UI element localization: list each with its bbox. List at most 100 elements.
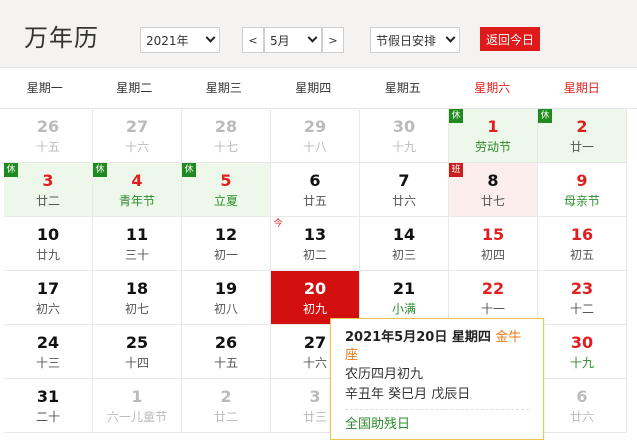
day-number: 18 [125, 279, 149, 298]
calendar-day-cell[interactable]: 2 廿二 [182, 379, 271, 433]
calendar-day-cell[interactable]: 16 初五 [538, 217, 627, 271]
day-number: 31 [36, 387, 60, 406]
holiday-tag: 班 [449, 163, 463, 177]
holiday-schedule-select[interactable]: 节假日安排 [370, 27, 460, 53]
day-number: 9 [576, 171, 588, 190]
holiday-tag: 休 [4, 163, 18, 177]
calendar-day-cell[interactable]: 班 8 廿七 [449, 163, 538, 217]
calendar-day-cell[interactable]: 9 母亲节 [538, 163, 627, 217]
next-month-button[interactable]: > [322, 27, 344, 53]
holiday-tag: 休 [93, 163, 107, 177]
calendar-day-cell[interactable]: 31 二十 [4, 379, 93, 433]
calendar-day-cell[interactable]: 30 十九 [360, 109, 449, 163]
holiday-select-value: 节假日安排 [376, 33, 437, 48]
calendar-day-cell[interactable]: 24 十三 [4, 325, 93, 379]
day-number: 10 [36, 225, 60, 244]
calendar-day-cell[interactable]: 25 十四 [93, 325, 182, 379]
lunar-date: 十五 [35, 140, 60, 154]
lunar-date: 六一儿童节 [106, 410, 167, 424]
holiday-tag: 休 [182, 163, 196, 177]
year-select-value: 2021年 [146, 33, 189, 48]
day-number: 30 [392, 117, 416, 136]
lunar-date: 十八 [302, 140, 327, 154]
calendar-day-cell[interactable]: 29 十八 [271, 109, 360, 163]
popup-ganzhi: 辛丑年 癸巳月 戊辰日 [345, 387, 471, 402]
lunar-date: 初二 [302, 248, 327, 262]
holiday-tag: 休 [538, 109, 552, 123]
lunar-date: 廿九 [35, 248, 60, 262]
calendar-day-cell[interactable]: 30 十九 [538, 325, 627, 379]
calendar-day-cell[interactable]: 22 十一 [449, 271, 538, 325]
calendar-day-cell[interactable]: 26 十五 [182, 325, 271, 379]
month-select[interactable]: 5月 [264, 27, 322, 53]
calendar-day-cell[interactable]: 6 廿五 [271, 163, 360, 217]
calendar-day-cell[interactable]: 1 六一儿童节 [93, 379, 182, 433]
calendar-day-cell[interactable]: 12 初一 [182, 217, 271, 271]
day-number: 17 [36, 279, 60, 298]
year-select[interactable]: 2021年 [140, 27, 220, 53]
calendar-day-cell[interactable]: 休 2 廿一 [538, 109, 627, 163]
day-number: 27 [125, 117, 149, 136]
calendar-day-cell[interactable]: 休 5 立夏 [182, 163, 271, 217]
weekday-label: 星期一 [26, 81, 63, 95]
lunar-date: 二十 [35, 410, 60, 424]
calendar-day-cell[interactable]: 14 初三 [360, 217, 449, 271]
calendar-day-cell[interactable]: 19 初八 [182, 271, 271, 325]
day-number: 12 [214, 225, 238, 244]
calendar-day-cell[interactable]: 休 4 青年节 [93, 163, 182, 217]
calendar-day-cell[interactable]: 15 初四 [449, 217, 538, 271]
lunar-date: 十七 [213, 140, 238, 154]
lunar-date: 十一 [480, 302, 505, 316]
day-number: 24 [36, 333, 60, 352]
lunar-date: 三十 [124, 248, 149, 262]
calendar-day-cell[interactable]: 10 廿九 [4, 217, 93, 271]
weekday-label: 星期五 [384, 81, 421, 95]
month-select-value: 5月 [270, 33, 290, 48]
calendar-day-cell[interactable]: 6 廿六 [538, 379, 627, 433]
weekday-label: 星期日 [563, 81, 600, 95]
lunar-date: 十五 [213, 356, 238, 370]
calendar-header: 万年历 2021年 < 5月 > 节假日安排 返回今日 [0, 0, 637, 68]
calendar-day-cell[interactable]: 28 十七 [182, 109, 271, 163]
lunar-date: 初七 [124, 302, 149, 316]
day-number: 28 [214, 117, 238, 136]
day-detail-popup: 2021年5月20日 星期四 金牛座 农历四月初九 辛丑年 癸巳月 戊辰日 全国… [330, 318, 544, 440]
weekday-label: 星期二 [116, 81, 153, 95]
day-number: 6 [576, 387, 588, 406]
day-number: 14 [392, 225, 416, 244]
calendar-day-cell[interactable]: 11 三十 [93, 217, 182, 271]
day-number: 15 [481, 225, 505, 244]
calendar-day-cell[interactable]: 7 廿六 [360, 163, 449, 217]
calendar-day-cell[interactable]: 27 十六 [93, 109, 182, 163]
day-number: 2 [220, 387, 232, 406]
calendar-day-cell[interactable]: 21 小满 [360, 271, 449, 325]
weekday-label: 星期三 [205, 81, 242, 95]
popup-festival: 全国助残日 [345, 417, 411, 432]
lunar-date: 立夏 [213, 194, 238, 208]
lunar-date: 廿二 [35, 194, 60, 208]
lunar-date: 母亲节 [563, 194, 600, 208]
calendar-day-cell[interactable]: 23 十二 [538, 271, 627, 325]
calendar-day-cell[interactable]: 休 1 劳动节 [449, 109, 538, 163]
popup-date: 2021年5月20日 星期四 金牛座 [345, 329, 529, 365]
day-number: 6 [309, 171, 321, 190]
prev-month-button[interactable]: < [242, 27, 264, 53]
calendar-day-cell[interactable]: 今 13 初二 [271, 217, 360, 271]
calendar-day-cell[interactable]: 休 3 廿二 [4, 163, 93, 217]
day-number: 25 [125, 333, 149, 352]
calendar-day-cell[interactable]: 26 十五 [4, 109, 93, 163]
weekday-header: 星期一 星期二 星期三 星期四 星期五 星期六 星期日 [0, 68, 637, 109]
calendar-day-cell[interactable]: 17 初六 [4, 271, 93, 325]
lunar-date: 廿五 [302, 194, 327, 208]
today-marker: 今 [273, 219, 283, 229]
day-number: 11 [125, 225, 149, 244]
popup-lunar: 农历四月初九 [345, 367, 424, 382]
back-to-today-button[interactable]: 返回今日 [480, 27, 540, 51]
day-number: 26 [36, 117, 60, 136]
calendar-day-cell[interactable]: 20 初九 [271, 271, 360, 325]
lunar-date: 初三 [391, 248, 416, 262]
day-number: 19 [214, 279, 238, 298]
lunar-date: 十三 [35, 356, 60, 370]
lunar-date: 初一 [213, 248, 238, 262]
calendar-day-cell[interactable]: 18 初七 [93, 271, 182, 325]
